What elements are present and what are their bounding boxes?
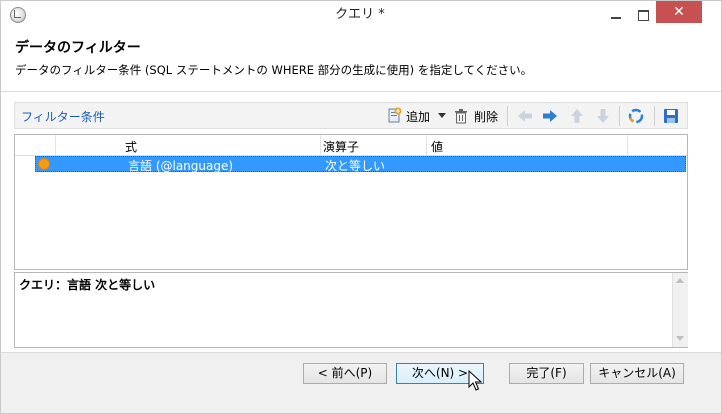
scroll-up-icon[interactable] — [676, 278, 684, 283]
save-icon[interactable] — [663, 108, 679, 124]
header-divider — [1, 91, 721, 92]
column-separator[interactable] — [426, 135, 427, 155]
prev-button[interactable]: < 前へ(P) — [303, 363, 387, 384]
delete-button-label[interactable]: 削除 — [474, 108, 498, 125]
refresh-icon[interactable] — [628, 108, 644, 124]
add-button-label[interactable]: 追加 — [406, 108, 430, 125]
toolbar-separator — [619, 106, 620, 126]
scroll-down-icon[interactable] — [676, 336, 684, 341]
arrow-down-icon[interactable] — [595, 108, 611, 124]
column-separator[interactable] — [320, 135, 321, 155]
toolbar-separator — [507, 106, 508, 126]
arrow-up-icon[interactable] — [569, 108, 585, 124]
cancel-button[interactable]: キャンセル(A) — [590, 363, 684, 384]
delete-icon[interactable] — [454, 108, 468, 124]
row-expression-cell[interactable]: 言語 (@language) — [128, 157, 233, 174]
add-icon[interactable] — [388, 107, 402, 123]
column-separator — [55, 135, 56, 155]
arrow-right-icon[interactable] — [542, 108, 558, 124]
condition-status-icon — [38, 158, 50, 170]
close-icon: ✕ — [673, 4, 685, 20]
row-operator-cell[interactable]: 次と等しい — [325, 157, 385, 174]
column-separator[interactable] — [627, 135, 628, 155]
toolbar-separator — [654, 106, 655, 126]
column-header-operator[interactable]: 演算子 — [323, 138, 359, 155]
query-summary-text: クエリ：言語 次と等しい — [19, 278, 156, 292]
dropdown-arrow-icon[interactable] — [438, 113, 446, 118]
page-description: データのフィルター条件 (SQL ステートメントの WHERE 部分の生成に使用… — [15, 63, 533, 77]
page-title: データのフィルター — [15, 40, 141, 56]
maximize-button[interactable] — [630, 6, 656, 26]
filter-toolbar — [14, 102, 688, 129]
arrow-left-icon[interactable] — [517, 108, 533, 124]
finish-button[interactable]: 完了(F) — [509, 363, 584, 384]
close-button[interactable]: ✕ — [656, 1, 702, 23]
minimize-button[interactable] — [603, 6, 629, 26]
filter-conditions-label: フィルター条件 — [21, 110, 105, 124]
mouse-cursor-icon — [468, 370, 482, 391]
column-header-value[interactable]: 値 — [431, 138, 443, 155]
column-header-expression[interactable]: 式 — [125, 138, 137, 155]
